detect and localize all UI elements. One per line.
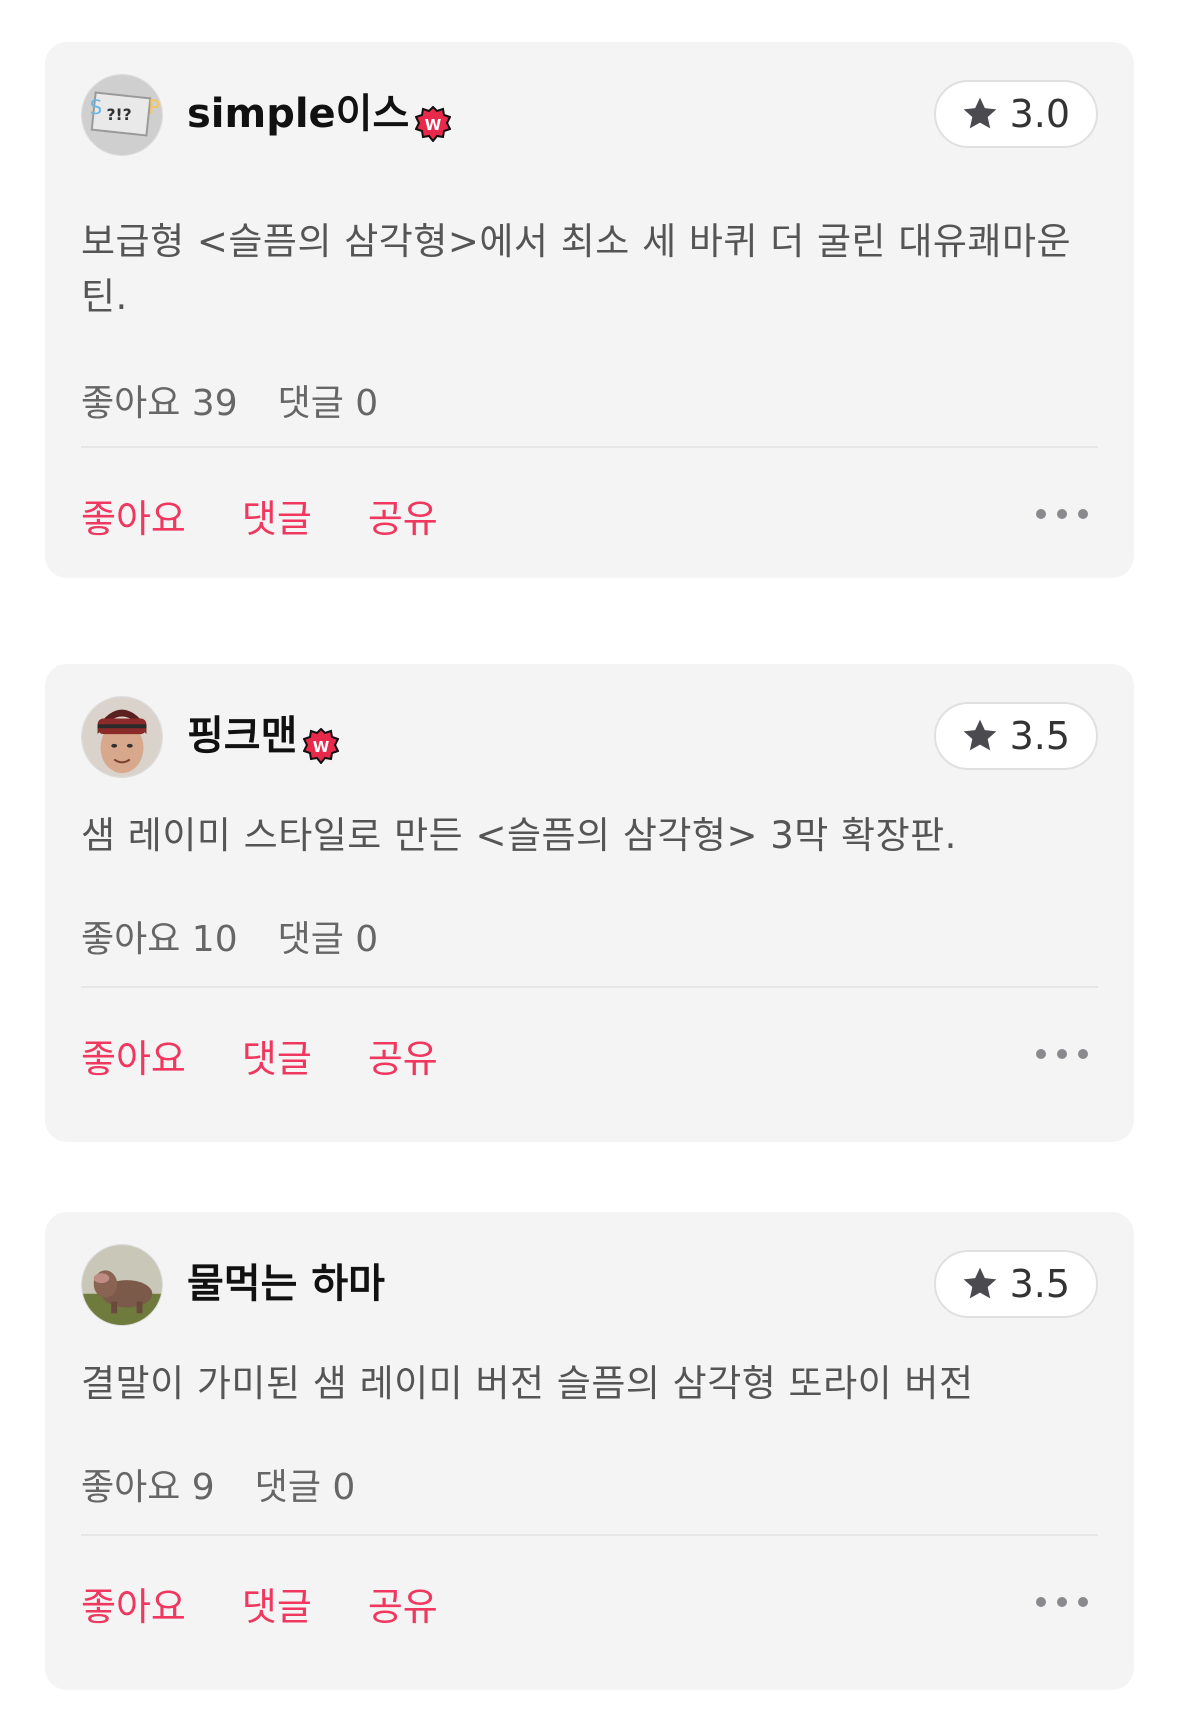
comment-button[interactable]: 댓글 [242, 488, 312, 543]
review-stats: 좋아요 10 댓글 0 [81, 910, 378, 962]
rating-pill: 3.0 [933, 80, 1098, 148]
divider [81, 986, 1098, 988]
likes-count[interactable]: 좋아요 10 [81, 910, 238, 962]
user-name[interactable]: 물먹는 하마 [187, 1252, 385, 1316]
svg-text:W: W [313, 738, 330, 756]
avatar[interactable] [81, 696, 163, 778]
svg-text:S: S [90, 96, 102, 119]
likes-count[interactable]: 좋아요 39 [81, 374, 238, 426]
like-button[interactable]: 좋아요 [81, 1028, 186, 1083]
likes-count[interactable]: 좋아요 9 [81, 1458, 215, 1510]
comments-count[interactable]: 댓글 0 [255, 1458, 356, 1510]
star-icon [963, 719, 996, 751]
user-name[interactable]: simple이스 W [187, 82, 452, 146]
user-name-text[interactable]: simple이스 [187, 82, 409, 146]
svg-text:P: P [148, 96, 160, 119]
review-text[interactable]: 보급형 <슬픔의 삼각형>에서 최소 세 바퀴 더 굴린 대유쾌마운틴. [81, 214, 1098, 324]
comment-button[interactable]: 댓글 [242, 1576, 312, 1631]
rating-value: 3.0 [1009, 92, 1070, 136]
comments-count[interactable]: 댓글 0 [278, 910, 379, 962]
svg-text:W: W [425, 116, 442, 134]
review-card: ?!? S P simple이스 W 3.0 보급형 <슬픔의 삼각형>에서 최… [45, 42, 1134, 578]
review-text[interactable]: 결말이 가미된 샘 레이미 버전 슬픔의 삼각형 또라이 버전 [81, 1356, 1098, 1411]
action-bar: 좋아요 댓글 공유 [81, 1568, 1098, 1638]
svg-text:?!?: ?!? [106, 106, 131, 124]
action-bar: 좋아요 댓글 공유 [81, 480, 1098, 550]
comment-button[interactable]: 댓글 [242, 1028, 312, 1083]
rating-value: 3.5 [1009, 714, 1070, 758]
verified-badge-icon: W [302, 719, 340, 765]
review-header: 핑크맨 W 3.5 [81, 696, 1098, 780]
review-stats: 좋아요 9 댓글 0 [81, 1458, 355, 1510]
rating-pill: 3.5 [933, 702, 1098, 770]
rating-pill: 3.5 [933, 1250, 1098, 1318]
user-name-text[interactable]: 물먹는 하마 [187, 1252, 385, 1316]
more-icon[interactable] [1036, 1584, 1088, 1620]
star-icon [963, 97, 996, 129]
divider [81, 1534, 1098, 1536]
share-button[interactable]: 공유 [368, 1576, 438, 1631]
avatar[interactable]: ?!? S P [81, 74, 163, 156]
user-name-text[interactable]: 핑크맨 [187, 704, 297, 768]
review-card: 물먹는 하마 3.5 결말이 가미된 샘 레이미 버전 슬픔의 삼각형 또라이 … [45, 1212, 1134, 1690]
star-icon [963, 1267, 996, 1299]
more-icon[interactable] [1036, 1036, 1088, 1072]
action-bar: 좋아요 댓글 공유 [81, 1020, 1098, 1090]
review-header: 물먹는 하마 3.5 [81, 1244, 1098, 1328]
share-button[interactable]: 공유 [368, 488, 438, 543]
review-feed: ?!? S P simple이스 W 3.0 보급형 <슬픔의 삼각형>에서 최… [0, 0, 1179, 1721]
divider [81, 446, 1098, 448]
like-button[interactable]: 좋아요 [81, 488, 186, 543]
comments-count[interactable]: 댓글 0 [278, 374, 379, 426]
user-name[interactable]: 핑크맨 W [187, 704, 340, 768]
share-button[interactable]: 공유 [368, 1028, 438, 1083]
review-card: 핑크맨 W 3.5 샘 레이미 스타일로 만든 <슬픔의 삼각형> 3막 확장판… [45, 664, 1134, 1142]
verified-badge-icon: W [414, 97, 452, 143]
review-text[interactable]: 샘 레이미 스타일로 만든 <슬픔의 삼각형> 3막 확장판. [81, 808, 1098, 863]
more-icon[interactable] [1036, 496, 1088, 532]
rating-value: 3.5 [1009, 1262, 1070, 1306]
review-header: ?!? S P simple이스 W 3.0 [81, 74, 1098, 158]
review-stats: 좋아요 39 댓글 0 [81, 374, 378, 426]
avatar[interactable] [81, 1244, 163, 1326]
like-button[interactable]: 좋아요 [81, 1576, 186, 1631]
